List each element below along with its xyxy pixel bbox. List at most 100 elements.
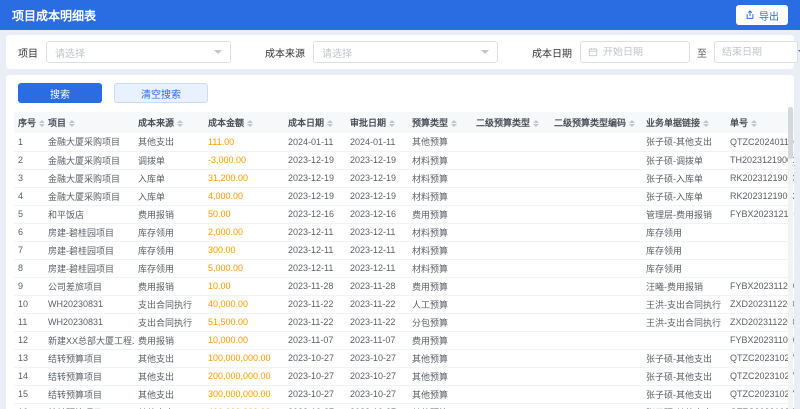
table-row: 3 金融大厦采购项目 入库单 31,200.00 2023-12-19 2023-12-1… xyxy=(14,169,794,188)
sort-icon[interactable] xyxy=(177,120,184,128)
table-cell: TH20231219001 xyxy=(726,151,794,170)
column-header[interactable]: 业务单据链接 xyxy=(642,112,726,133)
sort-icon[interactable] xyxy=(39,120,44,128)
clear-search-button[interactable]: 清空搜索 xyxy=(114,83,208,103)
table-cell xyxy=(472,349,550,368)
table-cell: 费用报销 xyxy=(134,205,204,224)
table-cell xyxy=(472,385,550,404)
table-cell: 100,000,000.00 xyxy=(204,349,284,368)
table-cell: 2023-11-28 xyxy=(284,277,346,296)
table-row: 12新建XX总部大厦工程二期费用报销10,000.002023-11-07202… xyxy=(14,331,794,350)
table-cell: 2024-01-11 xyxy=(284,133,346,152)
date-start-input[interactable] xyxy=(603,46,665,58)
table-cell: 和平饭店 xyxy=(44,205,134,224)
table-cell: 其他预算 xyxy=(408,385,472,404)
table-cell: WH20230831 xyxy=(44,313,134,332)
sort-icon[interactable] xyxy=(451,120,458,128)
cost-source-select[interactable]: 请选择 xyxy=(313,41,498,63)
date-end-box[interactable] xyxy=(714,41,798,63)
table-cell: 入库单 xyxy=(134,169,204,188)
column-header[interactable]: 预算类型 xyxy=(408,112,472,133)
column-header[interactable]: 审批日期 xyxy=(346,112,408,133)
table-cell: 2023-12-19 xyxy=(284,187,346,206)
table-cell: 300.00 xyxy=(204,241,284,260)
column-header[interactable]: 单号 xyxy=(726,112,794,133)
table-cell: 入库单 xyxy=(134,187,204,206)
table-row: 6 房建-碧桂园项目 库存领用 2,000.00 2023-12-11 2023-12-1… xyxy=(14,223,794,242)
table-cell xyxy=(472,331,550,350)
table-cell: 金融大厦采购项目 xyxy=(44,187,134,206)
table-cell: 调拨单 xyxy=(134,151,204,170)
table-cell: 400,000,000.00 xyxy=(204,403,284,409)
table-card: 搜索 清空搜索 序号 项目 成本来源 成本金额 成本日期 审批日期 预算类型 二级预算类型 二级… xyxy=(6,75,794,409)
table-cell xyxy=(472,169,550,188)
sort-icon[interactable] xyxy=(703,120,710,128)
table-cell: 支出合同执行 xyxy=(134,313,204,332)
date-start-box[interactable] xyxy=(580,41,690,63)
column-header[interactable]: 序号 xyxy=(14,112,44,133)
table-cell: 房建-碧桂园项目 xyxy=(44,259,134,278)
export-button-label: 导出 xyxy=(759,11,779,23)
table-cell: 材料预算 xyxy=(408,241,472,260)
column-header[interactable]: 成本日期 xyxy=(284,112,346,133)
search-button[interactable]: 搜索 xyxy=(18,83,102,103)
table-cell: 15 xyxy=(14,385,44,404)
table-cell: 金融大厦采购项目 xyxy=(44,151,134,170)
sort-icon[interactable] xyxy=(327,120,334,128)
sort-icon[interactable] xyxy=(247,120,254,128)
table-cell: 2024-01-11 xyxy=(346,133,408,152)
cost-date-filter-label: 成本日期 xyxy=(532,48,572,60)
sort-icon[interactable] xyxy=(751,120,758,128)
column-header-label: 成本来源 xyxy=(138,118,175,128)
date-end-input[interactable] xyxy=(722,46,784,58)
chevron-down-icon xyxy=(214,50,222,54)
table-cell: 库存领用 xyxy=(134,259,204,278)
column-header[interactable]: 成本金额 xyxy=(204,112,284,133)
table-cell: 7 xyxy=(14,241,44,260)
table-cell: 9 xyxy=(14,277,44,296)
table-cell: 1 xyxy=(14,133,44,152)
table-cell: 库存领用 xyxy=(642,259,726,278)
table-cell: 2023-12-16 xyxy=(346,205,408,224)
table-cell: 2023-12-19 xyxy=(284,151,346,170)
column-header[interactable]: 二级预算类型编码 xyxy=(550,112,642,133)
table-cell: 31,200.00 xyxy=(204,169,284,188)
column-header[interactable]: 项目 xyxy=(44,112,134,133)
table-row: 9 公司差旅项目 费用报销 10.00 2023-11-28 2023-11-28 费用预算… xyxy=(14,277,794,296)
table-cell: 费用预算 xyxy=(408,331,472,350)
column-header-label: 二级预算类型编码 xyxy=(554,118,627,128)
table-cell: 10 xyxy=(14,295,44,314)
table-cell: WH20230831 xyxy=(44,295,134,314)
column-header[interactable]: 成本来源 xyxy=(134,112,204,133)
column-header[interactable]: 二级预算类型 xyxy=(472,112,550,133)
export-button[interactable]: 导出 xyxy=(736,5,788,25)
table-cell: 2023-11-22 xyxy=(346,313,408,332)
table-cell: 300,000,000.00 xyxy=(204,385,284,404)
table-cell: 费用预算 xyxy=(408,205,472,224)
sort-icon[interactable] xyxy=(533,120,540,128)
table-cell: 房建-碧桂园项目 xyxy=(44,241,134,260)
table-cell: 2023-10-27 xyxy=(346,367,408,386)
table-cell: 2023-12-16 xyxy=(284,205,346,224)
project-select[interactable]: 请选择 xyxy=(46,41,231,63)
table-cell: 材料预算 xyxy=(408,187,472,206)
table-cell: 8 xyxy=(14,259,44,278)
scrollbar-thumb[interactable] xyxy=(788,107,793,159)
table-row: 7 房建-碧桂园项目 库存领用 300.00 2023-12-11 2023-12-11 材… xyxy=(14,241,794,260)
table-cell: 2023-12-19 xyxy=(284,169,346,188)
table-cell: 库存领用 xyxy=(134,223,204,242)
sort-icon[interactable] xyxy=(629,120,636,128)
sort-icon[interactable] xyxy=(389,120,396,128)
vertical-scrollbar[interactable] xyxy=(788,107,793,409)
table-cell: FYBX20231128001 xyxy=(726,277,794,296)
table-cell: 张子硕-其他支出 xyxy=(642,133,726,152)
table-cell: 王洪-支出合同执行 xyxy=(642,313,726,332)
table-cell: 王洪-支出合同执行 xyxy=(642,295,726,314)
table-cell xyxy=(472,187,550,206)
table-cell: 其他预算 xyxy=(408,133,472,152)
sort-icon[interactable] xyxy=(69,120,76,128)
table-cell: 张子硕-其他支出 xyxy=(642,403,726,409)
table-cell xyxy=(726,241,794,260)
table-cell: 2023-12-11 xyxy=(284,223,346,242)
table-cell: 12 xyxy=(14,331,44,350)
